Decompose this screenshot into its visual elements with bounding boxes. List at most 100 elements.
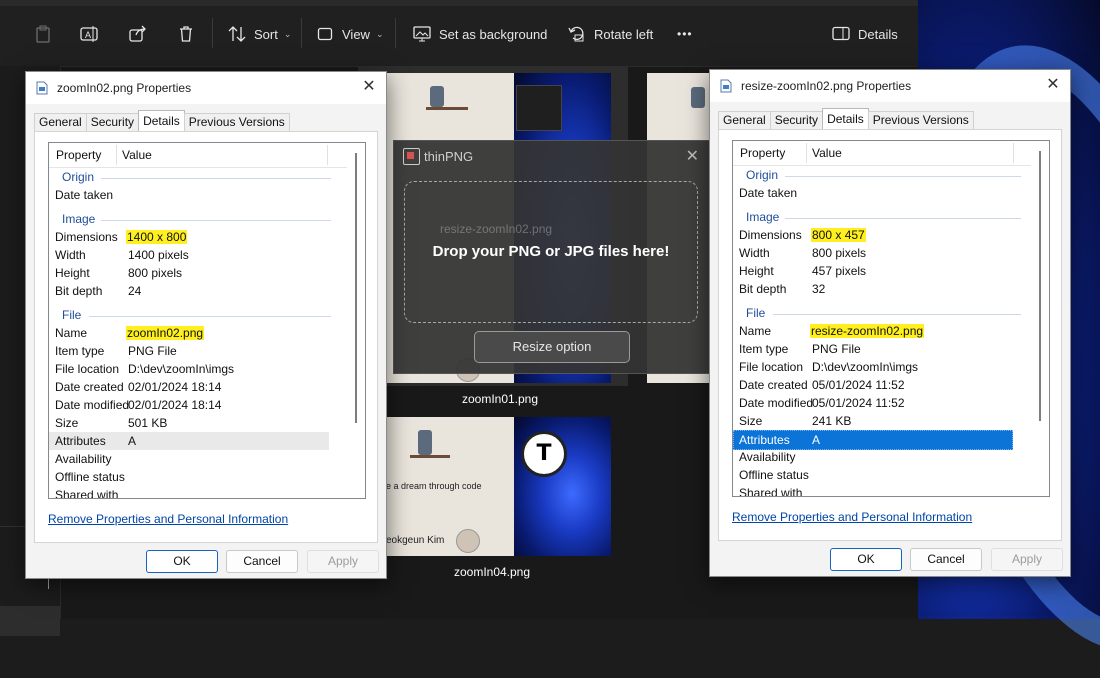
dialog-titlebar[interactable]: zoomIn02.png Properties ✕	[26, 72, 386, 104]
tab-general[interactable]: General	[34, 113, 87, 131]
details-page: Property Value Origin Date taken Image D…	[718, 129, 1062, 541]
thumbnail-name: eokgeun Kim	[386, 535, 445, 546]
view-button[interactable]: View ⌄	[316, 22, 384, 46]
header-value[interactable]: Value	[812, 146, 842, 160]
app-logo-icon: T	[521, 431, 567, 477]
properties-dialog-original: zoomIn02.png Properties ✕ General Securi…	[25, 71, 387, 579]
row-size[interactable]: Size 241 KB	[733, 412, 1015, 430]
resize-option-button[interactable]: Resize option	[474, 331, 630, 363]
paste-button[interactable]	[34, 22, 60, 46]
rename-button[interactable]: A	[80, 22, 106, 46]
tab-details[interactable]: Details	[138, 110, 185, 131]
tab-details[interactable]: Details	[822, 108, 869, 129]
vertical-scrollbar[interactable]	[1031, 141, 1049, 496]
row-size[interactable]: Size 501 KB	[49, 414, 329, 432]
group-origin: Origin	[733, 166, 1029, 184]
dialog-titlebar[interactable]: resize-zoomIn02.png Properties ✕	[710, 70, 1070, 102]
apply-button[interactable]: Apply	[307, 550, 379, 573]
row-dimensions[interactable]: Dimensions 800 x 457	[733, 226, 1015, 244]
row-bit-depth[interactable]: Bit depth 32	[733, 280, 1015, 298]
delete-button[interactable]	[177, 22, 203, 46]
set-as-background-button[interactable]: Set as background	[413, 22, 547, 46]
row-bit-depth[interactable]: Bit depth 24	[49, 282, 329, 300]
row-attributes[interactable]: Attributes A	[733, 430, 1013, 450]
thumbnail-label-zoomin01: zoomIn01.png	[461, 392, 539, 406]
properties-dialog-resized: resize-zoomIn02.png Properties ✕ General…	[709, 69, 1071, 577]
thumbnail-label-zoomin04: zoomIn04.png	[453, 565, 531, 579]
command-bar: A Sort ⌄ View ⌄ Set as background Rotate…	[0, 0, 918, 67]
row-attributes[interactable]: Attributes A	[49, 432, 329, 450]
row-item-type[interactable]: Item type PNG File	[49, 342, 329, 360]
tab-security[interactable]: Security	[769, 111, 824, 129]
row-date-modified[interactable]: Date modified 05/01/2024 11:52	[733, 394, 1015, 412]
sort-icon	[228, 25, 246, 43]
row-name[interactable]: Name zoomIn02.png	[49, 324, 329, 342]
tab-strip: General Security Details Previous Versio…	[34, 110, 290, 131]
tab-previous-versions[interactable]: Previous Versions	[183, 113, 290, 131]
details-pane-icon	[832, 25, 850, 43]
rotate-left-label: Rotate left	[594, 26, 654, 42]
group-image: Image	[49, 210, 345, 228]
close-icon[interactable]: ✕	[686, 146, 699, 166]
tab-strip: General Security Details Previous Versio…	[718, 108, 974, 129]
tab-security[interactable]: Security	[85, 113, 140, 131]
details-pane-button[interactable]: Details	[832, 22, 898, 46]
thumbnail-zoomin04[interactable]: e a dream through code eokgeun Kim T	[386, 417, 611, 556]
row-shared-with[interactable]: Shared with	[49, 486, 329, 498]
row-date-created[interactable]: Date created 02/01/2024 18:14	[49, 378, 329, 396]
property-list[interactable]: Property Value Origin Date taken Image D…	[48, 142, 366, 499]
row-date-taken[interactable]: Date taken	[733, 184, 1015, 202]
cancel-button[interactable]: Cancel	[226, 550, 298, 573]
cancel-button[interactable]: Cancel	[910, 548, 982, 571]
vertical-scrollbar[interactable]	[347, 143, 365, 498]
group-image: Image	[733, 208, 1029, 226]
more-options-button[interactable]: •••	[677, 22, 693, 46]
header-property[interactable]: Property	[740, 146, 785, 160]
row-dimensions[interactable]: Dimensions 1400 x 800	[49, 228, 329, 246]
ok-button[interactable]: OK	[830, 548, 902, 571]
sort-button[interactable]: Sort ⌄	[228, 22, 291, 46]
row-height[interactable]: Height 457 pixels	[733, 262, 1015, 280]
close-icon[interactable]: ✕	[360, 78, 378, 96]
rotate-left-icon	[568, 25, 586, 43]
drag-ghost-filename: resize-zoomIn02.png	[440, 222, 553, 236]
row-height[interactable]: Height 800 pixels	[49, 264, 329, 282]
row-file-location[interactable]: File location D:\dev\zoomIn\imgs	[49, 360, 329, 378]
property-list[interactable]: Property Value Origin Date taken Image D…	[732, 140, 1050, 497]
remove-properties-link[interactable]: Remove Properties and Personal Informati…	[732, 510, 972, 524]
row-availability[interactable]: Availability	[49, 450, 329, 468]
set-as-background-label: Set as background	[439, 26, 548, 42]
close-icon[interactable]: ✕	[1044, 76, 1062, 94]
row-shared-with[interactable]: Shared with	[733, 484, 1015, 496]
row-item-type[interactable]: Item type PNG File	[733, 340, 1015, 358]
thinpng-app-icon	[403, 148, 420, 165]
apply-button[interactable]: Apply	[991, 548, 1063, 571]
rotate-left-button[interactable]: Rotate left	[568, 22, 653, 46]
group-file: File	[49, 306, 345, 324]
header-property[interactable]: Property	[56, 148, 101, 162]
row-offline-status[interactable]: Offline status	[733, 466, 1015, 484]
row-width[interactable]: Width 800 pixels	[733, 244, 1015, 262]
share-icon	[129, 25, 147, 43]
header-value[interactable]: Value	[122, 148, 152, 162]
details-label: Details	[858, 26, 898, 42]
row-availability[interactable]: Availability	[733, 448, 1015, 466]
group-origin: Origin	[49, 168, 345, 186]
row-file-location[interactable]: File location D:\dev\zoomIn\imgs	[733, 358, 1015, 376]
desktop-background-icon	[413, 25, 431, 43]
tab-previous-versions[interactable]: Previous Versions	[867, 111, 974, 129]
row-offline-status[interactable]: Offline status	[49, 468, 329, 486]
row-date-created[interactable]: Date created 05/01/2024 11:52	[733, 376, 1015, 394]
drop-zone[interactable]: resize-zoomIn02.png Drop your PNG or JPG…	[404, 181, 698, 323]
row-date-modified[interactable]: Date modified 02/01/2024 18:14	[49, 396, 329, 414]
ok-button[interactable]: OK	[146, 550, 218, 573]
row-name[interactable]: Name resize-zoomIn02.png	[733, 322, 1015, 340]
sort-label: Sort	[254, 26, 278, 42]
list-header: Property Value	[733, 141, 1031, 166]
remove-properties-link[interactable]: Remove Properties and Personal Informati…	[48, 512, 288, 526]
share-button[interactable]	[129, 22, 155, 46]
tab-general[interactable]: General	[718, 111, 771, 129]
chevron-down-icon: ⌄	[283, 28, 292, 39]
row-date-taken[interactable]: Date taken	[49, 186, 329, 204]
row-width[interactable]: Width 1400 pixels	[49, 246, 329, 264]
